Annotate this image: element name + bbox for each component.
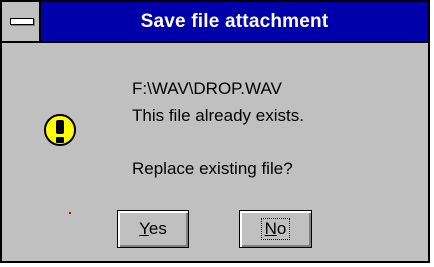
yes-mnemonic: Y [139,219,149,238]
file-exists-message: This file already exists. [132,106,304,125]
no-mnemonic: N [264,219,277,238]
dialog-title: Save file attachment [140,11,329,32]
exclamation-stem [56,120,64,134]
file-path-text: F:\WAV\DROP.WAV [132,79,282,98]
no-focus-ring: No [260,218,291,240]
save-file-attachment-dialog: Save file attachment F:\WAV\DROP.WAV Thi… [0,0,430,263]
exclamation-dot [56,137,64,143]
no-button[interactable]: No [239,210,312,248]
warning-exclamation-icon [44,114,76,146]
yes-label-rest: es [148,219,167,238]
stray-pixel [69,212,71,214]
title-bar: Save file attachment [2,2,428,43]
system-menu-icon [10,18,34,25]
yes-button[interactable]: Yes [117,210,189,248]
system-menu-button[interactable] [2,2,41,41]
no-label-rest: o [276,219,287,238]
replace-question: Replace existing file? [132,159,293,178]
